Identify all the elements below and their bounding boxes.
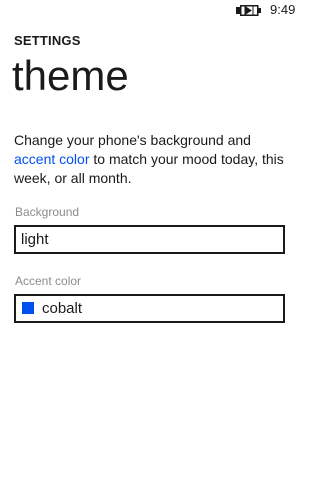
background-picker[interactable]: light <box>14 225 285 254</box>
background-value: light <box>21 231 49 248</box>
status-bar: 9:49 <box>0 0 300 20</box>
page-title: theme <box>12 52 129 99</box>
app-title: SETTINGS <box>14 33 81 48</box>
description: Change your phone's background and accen… <box>14 131 290 188</box>
background-label: Background <box>15 205 80 219</box>
accent-color-label: Accent color <box>15 274 82 288</box>
accent-color-picker[interactable]: cobalt <box>14 294 285 323</box>
accent-swatch-icon <box>22 302 34 314</box>
clock: 9:49 <box>270 2 296 17</box>
description-text-start: Change your phone's background and <box>14 132 251 148</box>
battery-charging-icon <box>236 5 261 16</box>
accent-color-value: cobalt <box>42 300 83 317</box>
accent-color-link[interactable]: accent color <box>14 151 89 167</box>
header: SETTINGS theme <box>12 33 129 100</box>
